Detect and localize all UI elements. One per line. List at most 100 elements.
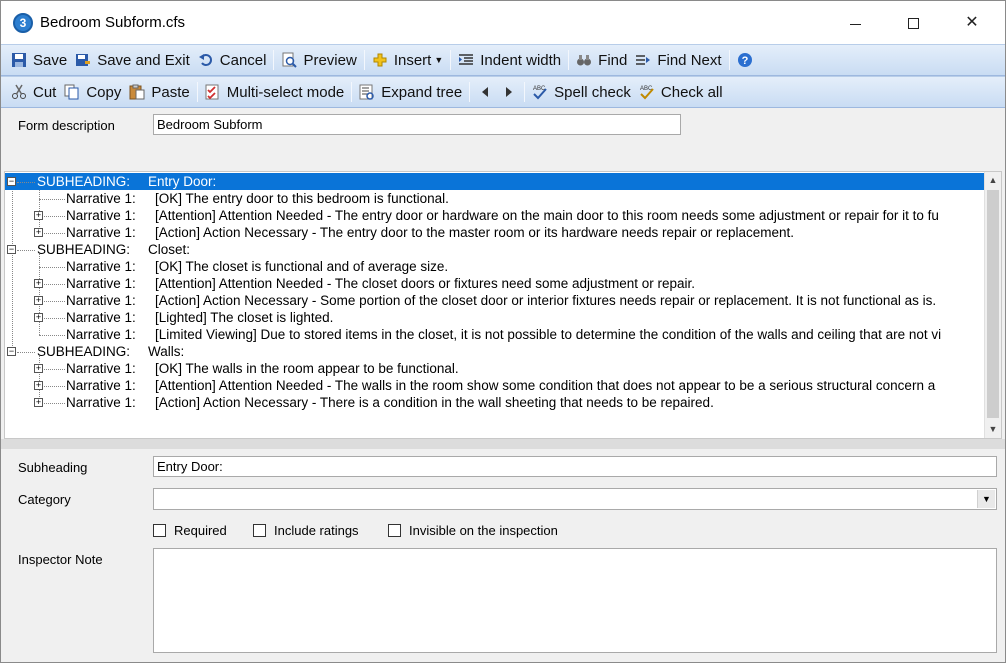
toolbar-separator <box>728 50 730 70</box>
include-ratings-checkbox-box[interactable] <box>253 524 266 537</box>
collapse-icon[interactable]: − <box>7 245 16 254</box>
cancel-label: Cancel <box>219 51 267 69</box>
close-icon: ✕ <box>965 14 979 31</box>
check-all-icon: ABC <box>639 84 655 100</box>
check-all-button[interactable]: ABC Check all <box>635 79 727 105</box>
expand-icon[interactable]: + <box>34 228 43 237</box>
cancel-button[interactable]: Cancel <box>194 47 271 73</box>
tree-item-label: [Lighted] The closet is lighted. <box>155 310 334 325</box>
tree-item-type: SUBHEADING: <box>37 242 131 257</box>
expand-icon[interactable]: + <box>34 313 43 322</box>
category-select[interactable]: ▼ <box>153 488 997 510</box>
narrative-tree[interactable]: − SUBHEADING: Entry Door: Narrative 1: [OK] … <box>4 171 1002 439</box>
panel-splitter[interactable] <box>1 439 1005 449</box>
title-bar: 3 Bedroom Subform.cfs ✕ <box>1 1 1005 45</box>
expand-icon[interactable]: + <box>34 296 43 305</box>
indent-width-label: Indent width <box>480 51 562 69</box>
spell-check-icon: ABC <box>532 84 548 100</box>
expand-icon[interactable]: + <box>34 211 43 220</box>
find-next-button[interactable]: Find Next <box>631 47 725 73</box>
required-checkbox-box[interactable] <box>153 524 166 537</box>
cut-label: Cut <box>33 83 57 101</box>
scroll-up-icon[interactable]: ▲ <box>985 172 1001 189</box>
cut-button[interactable]: Cut <box>7 79 60 105</box>
save-exit-icon <box>75 52 91 68</box>
tree-rows: − SUBHEADING: Entry Door: Narrative 1: [OK] … <box>5 172 985 438</box>
tree-connector <box>39 267 65 268</box>
expand-tree-icon <box>359 84 375 100</box>
save-button[interactable]: Save <box>7 47 71 73</box>
invisible-checkbox-box[interactable] <box>388 524 401 537</box>
dropdown-arrow-icon: ▼ <box>434 55 444 65</box>
scroll-down-icon[interactable]: ▼ <box>985 421 1001 438</box>
paste-button[interactable]: Paste <box>125 79 193 105</box>
tree-item-type: Narrative 1: <box>66 225 136 240</box>
tree-item-label: [Action] Action Necessary - Some portion… <box>155 293 937 308</box>
tree-item-label: [Limited Viewing] Due to stored items in… <box>155 327 942 342</box>
expand-icon[interactable]: + <box>34 381 43 390</box>
tree-narrative-row[interactable]: + Narrative 1: [Action] Action Necessary -… <box>5 224 985 241</box>
scroll-thumb[interactable] <box>987 190 999 418</box>
tree-item-label: [OK] The entry door to this bedroom is f… <box>155 191 449 206</box>
tree-narrative-row[interactable]: + Narrative 1: [Attention] Attention Neede… <box>5 377 985 394</box>
toolbar-separator <box>273 50 275 70</box>
undo-arrow-icon <box>198 52 214 68</box>
tree-scrollbar[interactable]: ▲ ▼ <box>984 172 1001 438</box>
preview-magnifier-icon <box>281 52 298 68</box>
toolbar-separator <box>450 50 452 70</box>
preview-button[interactable]: Preview <box>277 47 360 73</box>
indent-width-button[interactable]: Indent width <box>454 47 565 73</box>
tree-narrative-row[interactable]: Narrative 1: [OK] The closet is functiona… <box>5 258 985 275</box>
tree-narrative-row[interactable]: Narrative 1: [OK] The entry door to this … <box>5 190 985 207</box>
save-and-exit-button[interactable]: Save and Exit <box>71 47 194 73</box>
copy-button[interactable]: Copy <box>60 79 125 105</box>
spell-check-button[interactable]: ABC Spell check <box>528 79 635 105</box>
category-label: Category <box>18 492 71 507</box>
indent-icon <box>458 52 474 68</box>
help-button[interactable]: ? <box>733 47 763 73</box>
tree-subheading-row[interactable]: − SUBHEADING: Entry Door: <box>5 173 985 190</box>
collapse-icon[interactable]: − <box>7 177 16 186</box>
app-logo-icon: 3 <box>13 13 33 33</box>
multi-select-mode-button[interactable]: Multi-select mode <box>201 79 349 105</box>
tree-subheading-row[interactable]: − SUBHEADING: Walls: <box>5 343 985 360</box>
include-ratings-checkbox[interactable]: Include ratings <box>253 523 359 538</box>
tree-item-type: Narrative 1: <box>66 310 136 325</box>
close-button[interactable]: ✕ <box>943 1 1001 45</box>
chevron-down-icon[interactable]: ▼ <box>977 490 995 508</box>
toolbar-separator <box>351 82 353 102</box>
minimize-icon <box>850 24 861 25</box>
tree-narrative-row[interactable]: + Narrative 1: [Lighted] The closet is lig… <box>5 309 985 326</box>
maximize-button[interactable] <box>885 1 943 45</box>
required-checkbox[interactable]: Required <box>153 523 227 538</box>
find-button[interactable]: Find <box>572 47 631 73</box>
previous-button[interactable] <box>473 79 497 105</box>
tree-item-label: [OK] The walls in the room appear to be … <box>155 361 459 376</box>
tree-narrative-row[interactable]: + Narrative 1: [Action] Action Necessary -… <box>5 394 985 411</box>
tree-narrative-row[interactable]: + Narrative 1: [OK] The walls in the room … <box>5 360 985 377</box>
tree-narrative-row[interactable]: + Narrative 1: [Action] Action Necessary -… <box>5 292 985 309</box>
inspector-note-textarea[interactable] <box>153 548 997 653</box>
subheading-input[interactable]: Entry Door: <box>153 456 997 477</box>
tree-narrative-row[interactable]: + Narrative 1: [Attention] Attention Neede… <box>5 275 985 292</box>
save-label: Save <box>33 51 68 69</box>
copy-icon <box>64 84 80 100</box>
expand-icon[interactable]: + <box>34 279 43 288</box>
tree-subheading-row[interactable]: − SUBHEADING: Closet: <box>5 241 985 258</box>
tree-item-type: Narrative 1: <box>66 276 136 291</box>
tree-item-type: Narrative 1: <box>66 378 136 393</box>
minimize-button[interactable] <box>827 1 885 45</box>
form-description-input[interactable]: Bedroom Subform <box>153 114 681 135</box>
expand-icon[interactable]: + <box>34 398 43 407</box>
tree-narrative-row[interactable]: Narrative 1: [Limited Viewing] Due to sto… <box>5 326 985 343</box>
collapse-icon[interactable]: − <box>7 347 16 356</box>
invisible-checkbox[interactable]: Invisible on the inspection <box>388 523 558 538</box>
window-title: Bedroom Subform.cfs <box>40 14 186 31</box>
expand-icon[interactable]: + <box>34 364 43 373</box>
insert-dropdown-button[interactable]: Insert ▼ <box>368 47 447 73</box>
next-button[interactable] <box>497 79 521 105</box>
toolbar-separator <box>568 50 570 70</box>
expand-tree-button[interactable]: Expand tree <box>355 79 466 105</box>
tree-narrative-row[interactable]: + Narrative 1: [Attention] Attention Neede… <box>5 207 985 224</box>
tree-item-type: Narrative 1: <box>66 259 136 274</box>
